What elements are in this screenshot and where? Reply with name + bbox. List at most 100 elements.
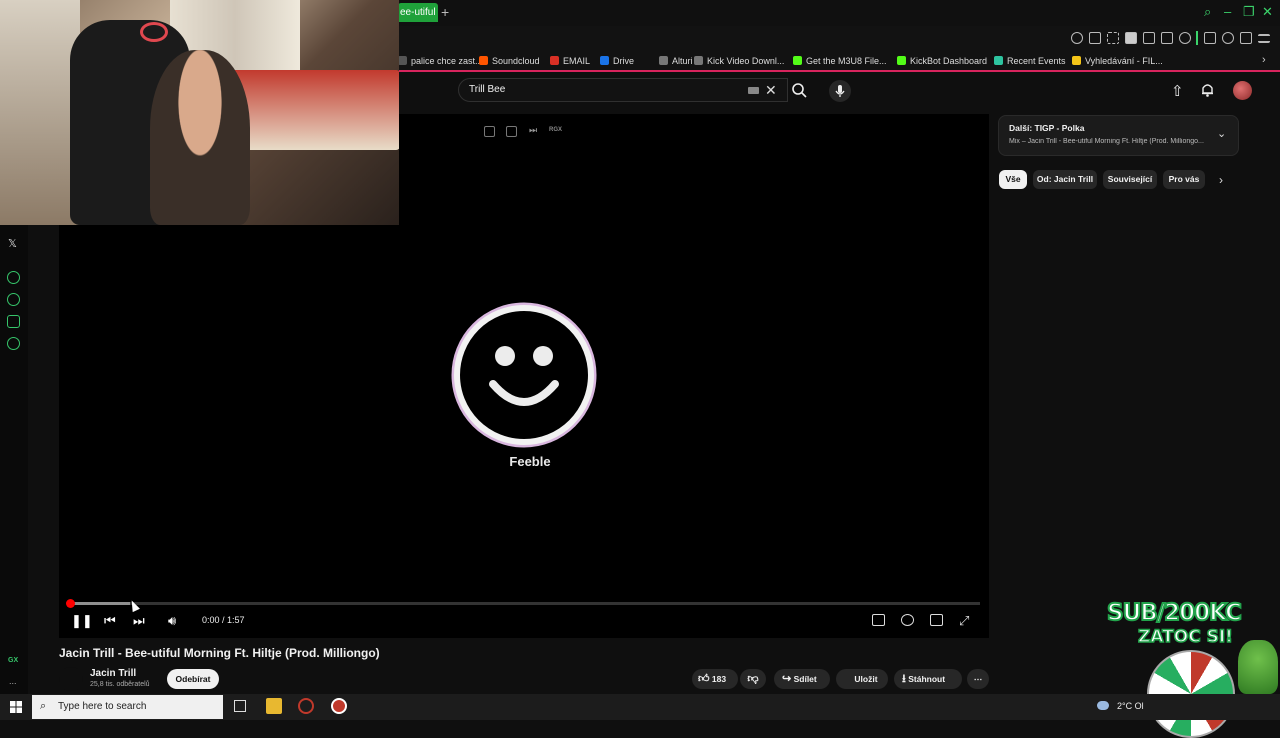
progress-bar[interactable] [68, 602, 980, 605]
extensions-icon[interactable] [1204, 32, 1216, 44]
notifications-bell-icon[interactable] [1201, 82, 1214, 97]
up-next-card[interactable] [998, 115, 1239, 156]
bookmark-label: Vyhledávání - FIL... [1085, 56, 1163, 66]
screenshot-icon[interactable] [1107, 32, 1119, 44]
bookmark-item[interactable]: Vyhledávání - FIL... [1072, 55, 1163, 68]
chip-related[interactable]: Související [1103, 170, 1157, 189]
webcam-overlay [0, 0, 399, 225]
close-window-icon[interactable]: ✕ [1262, 5, 1273, 19]
more-actions-button[interactable]: ⋯ [967, 669, 989, 689]
grinch-mascot [1238, 640, 1278, 694]
bookmark-item[interactable]: palice chce zast... [398, 55, 483, 68]
microphone-icon [835, 85, 845, 97]
sub-overlay-line2: ZATOC SI! [1137, 626, 1233, 648]
history-icon[interactable] [7, 293, 20, 306]
bookmark-item[interactable]: KickBot Dashboard [897, 55, 987, 68]
previous-button[interactable]: ⏮ [104, 613, 116, 628]
thumbs-up-icon: 👍︎ [698, 673, 710, 685]
door [0, 0, 80, 225]
bookmark-item[interactable]: Soundcloud [479, 55, 540, 68]
subscribe-button[interactable]: Odebírat [167, 669, 219, 689]
bookmark-item[interactable]: Alturi [659, 55, 693, 68]
settings-gear-icon[interactable] [901, 614, 914, 626]
subtitles-icon[interactable] [872, 614, 885, 626]
chair-logo [140, 22, 168, 42]
toolbar-divider [1196, 31, 1198, 45]
search-button[interactable] [788, 78, 812, 102]
popout-icon[interactable] [506, 126, 517, 137]
progress-buffered [68, 602, 130, 605]
chevron-down-icon[interactable]: ⌄ [1217, 127, 1226, 140]
bookmarks-overflow-icon[interactable]: › [1262, 54, 1266, 66]
skip-icon[interactable]: ⏭ [529, 125, 537, 136]
volume-icon[interactable]: 🔊︎ [168, 613, 176, 628]
settings-icon[interactable] [7, 337, 20, 350]
rgx-extension-label[interactable]: RGX [549, 127, 562, 133]
maximize-icon[interactable]: ❐ [1243, 5, 1255, 19]
file-explorer-icon[interactable] [266, 698, 282, 714]
tray-weather[interactable]: 2°C Ol [1117, 701, 1144, 711]
profile-icon[interactable] [1222, 32, 1234, 44]
app-icon[interactable] [331, 698, 347, 714]
sidebar-more-icon[interactable]: ... [9, 676, 17, 686]
opera-gx-icon[interactable] [298, 698, 314, 714]
taskbar-search-placeholder[interactable]: Type here to search [58, 701, 146, 712]
menu-icon[interactable] [1258, 34, 1270, 43]
gx-label[interactable]: GX [8, 657, 18, 664]
upload-icon[interactable]: ⇧ [1171, 82, 1184, 100]
channel-avatar[interactable] [59, 667, 83, 691]
fullscreen-icon[interactable]: ⤢ [959, 613, 969, 629]
pip-icon[interactable] [484, 126, 495, 137]
shield-icon[interactable] [1125, 32, 1137, 44]
bookmark-item[interactable]: EMAIL [550, 55, 590, 68]
minimize-icon[interactable]: – [1224, 5, 1231, 19]
next-button[interactable]: ⏭ [133, 613, 145, 628]
new-tab-button[interactable]: + [441, 4, 449, 20]
chevron-right-icon[interactable]: › [1219, 173, 1223, 187]
bookmark-item[interactable]: Drive [600, 55, 634, 68]
pin-icon[interactable] [1089, 32, 1101, 44]
share-button[interactable]: ↪ Sdílet [774, 669, 830, 689]
save-label: Uložit [854, 674, 878, 684]
search-icon [792, 83, 807, 98]
bookmark-favicon-icon [550, 56, 559, 65]
player-icon[interactable] [7, 271, 20, 284]
subscriber-count: 25,8 tis. odběratelů [90, 681, 150, 688]
keyboard-icon[interactable] [748, 87, 759, 94]
bookmark-label: palice chce zast... [411, 56, 483, 66]
pause-button[interactable]: ❚❚ [71, 613, 93, 628]
chip-for-you[interactable]: Pro vás [1163, 170, 1205, 189]
dislike-button[interactable]: 👎︎ [740, 669, 766, 689]
bookmark-item[interactable]: Get the M3U8 File... [793, 55, 887, 68]
task-view-icon[interactable] [234, 700, 246, 712]
bookmark-favicon-icon [398, 56, 407, 65]
search-input[interactable] [458, 78, 788, 102]
user-avatar[interactable] [1233, 81, 1252, 100]
download-button[interactable]: ⭳ Stáhnout [894, 669, 962, 689]
download-icon[interactable] [1240, 32, 1252, 44]
like-button[interactable]: 👍︎ 183 [692, 669, 738, 689]
voice-search-button[interactable] [829, 80, 851, 102]
share-label: Sdílet [793, 674, 817, 684]
bookmark-item[interactable]: Recent Events [994, 55, 1066, 68]
x-icon[interactable]: 𝕏 [8, 237, 17, 250]
translate-icon[interactable] [1143, 32, 1155, 44]
clear-search-icon[interactable]: ✕ [765, 82, 777, 98]
play-icon[interactable] [1161, 32, 1173, 44]
extensions-sidebar-icon[interactable] [7, 315, 20, 328]
chip-all[interactable]: Vše [999, 170, 1027, 189]
bookmark-item[interactable]: Kick Video Downl... [694, 55, 784, 68]
bookmark-favicon-icon [479, 56, 488, 65]
bookmark-favicon-icon [694, 56, 703, 65]
browser-search-icon[interactable]: ⌕ [1204, 5, 1211, 19]
theater-mode-icon[interactable] [930, 614, 943, 626]
channel-name[interactable]: Jacin Trill [90, 668, 136, 679]
heart-icon[interactable] [1179, 32, 1191, 44]
zoom-icon[interactable] [1071, 32, 1083, 44]
progress-scrubber[interactable] [66, 599, 75, 608]
save-button[interactable]: Uložit [836, 669, 888, 689]
browser-tab-active[interactable]: ee-utiful [398, 3, 438, 22]
search-input-value[interactable]: Trill Bee [469, 84, 505, 95]
windows-start-icon[interactable] [10, 701, 22, 713]
chip-from-channel[interactable]: Od: Jacin Trill [1033, 170, 1097, 189]
